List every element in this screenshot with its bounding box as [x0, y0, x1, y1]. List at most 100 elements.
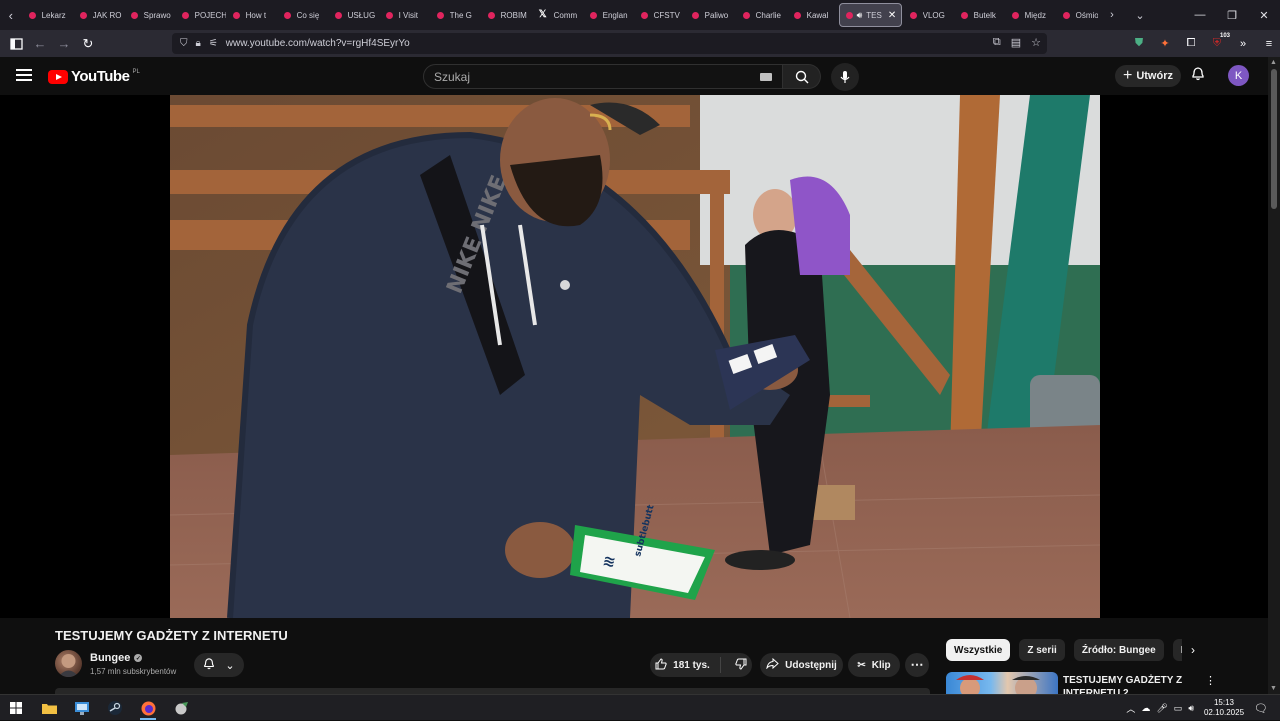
browser-tab[interactable]: CFSTV [634, 3, 685, 27]
tab-label: JAK RO [92, 10, 122, 20]
browser-tab[interactable]: Ośmio [1056, 3, 1098, 27]
list-all-tabs-icon[interactable]: ⌄ [1126, 0, 1154, 30]
volume-icon[interactable]: 🔊︎ [1188, 703, 1194, 714]
windows-start-icon[interactable] [4, 698, 28, 718]
scrollbar-thumb[interactable] [1271, 69, 1277, 209]
firefox-icon[interactable] [136, 698, 160, 720]
steam-icon[interactable] [103, 698, 127, 718]
filter-chip[interactable]: Wszystkie [946, 639, 1011, 661]
reload-icon[interactable]: ↻ [76, 30, 100, 57]
browser-tab[interactable]: The G [430, 3, 481, 27]
ublock-icon[interactable]: ⛨ 103 [1206, 30, 1230, 57]
lock-icon[interactable]: 🔒︎ [196, 38, 201, 49]
verified-icon: ✓ [134, 654, 143, 662]
browser-tab[interactable]: Englan [583, 3, 634, 27]
shield-extension-icon[interactable]: ⛊ [1128, 30, 1150, 57]
keyboard-icon[interactable] [760, 73, 772, 81]
extensions-puzzle-icon[interactable]: ⧠ [1180, 30, 1202, 57]
browser-tab[interactable]: ROBIM [481, 3, 532, 27]
subscription-notifications-button[interactable]: ⌄ [194, 653, 244, 677]
restore-icon[interactable]: ❐ [1216, 0, 1248, 30]
scroll-up-icon[interactable]: ▲ [1270, 59, 1277, 66]
channel-name[interactable]: Bungee [90, 652, 130, 664]
clip-button[interactable]: ✂ Klip [848, 653, 900, 677]
search-input[interactable]: Szukaj [423, 64, 783, 89]
minimize-icon[interactable]: — [1184, 0, 1216, 30]
back-icon[interactable]: ← [28, 30, 52, 57]
address-bar[interactable]: ⛉ 🔒︎ ⚟ www.youtube.com/watch?v=rgHf4SEyr… [172, 33, 1047, 54]
x-icon: 𝕏 [538, 9, 547, 20]
fox-extension-icon[interactable]: ✦ [1154, 30, 1176, 57]
scroll-down-icon[interactable]: ▼ [1270, 685, 1277, 692]
youtube-favicon-icon [742, 11, 750, 19]
bookmark-star-icon[interactable]: ☆ [1031, 36, 1041, 49]
recommendation-thumbnail[interactable] [946, 672, 1058, 694]
browser-tab[interactable]: Paliwo [685, 3, 736, 27]
browser-tab[interactable]: Charlie [736, 3, 787, 27]
account-avatar[interactable]: K [1228, 65, 1249, 86]
browser-tab[interactable]: I Visit [379, 3, 430, 27]
dislike-button[interactable] [727, 658, 747, 673]
sidebar-toggle-icon[interactable] [4, 30, 28, 57]
channel-avatar[interactable] [55, 650, 82, 677]
browser-tab[interactable]: How t [226, 3, 277, 27]
create-button[interactable]: + Utwórz [1115, 65, 1181, 87]
file-explorer-icon[interactable] [37, 698, 61, 718]
network-icon[interactable]: ▭ [1174, 703, 1183, 714]
youtube-logo[interactable]: YouTube PL [48, 68, 140, 85]
share-button[interactable]: Udostępnij [760, 653, 843, 677]
browser-tab[interactable]: POJECH [175, 3, 226, 27]
guide-menu-icon[interactable] [16, 69, 32, 81]
channel-name-row[interactable]: Bungee ✓ [90, 652, 143, 664]
close-window-icon[interactable]: ✕ [1248, 0, 1280, 30]
browser-tab[interactable]: Lekarz [22, 3, 73, 27]
youtube-favicon-icon [283, 11, 291, 19]
thumbs-up-icon [655, 657, 667, 673]
recommendation-title[interactable]: TESTUJEMY GADŻETY Z INTERNETU 2 [1063, 674, 1193, 694]
notifications-center-icon[interactable]: 🗨︎ [1254, 702, 1268, 715]
filter-chip[interactable]: Podobne [1172, 639, 1182, 661]
browser-tab[interactable]: 𝕏 Comm [532, 3, 583, 27]
browser-tab[interactable]: VLOG [903, 3, 954, 27]
browser-tab[interactable]: Kawal [787, 3, 838, 27]
clock-date: 02.10.2025 [1203, 708, 1245, 717]
tray-overflow-icon[interactable]: ︿ [1126, 702, 1135, 715]
tab-scroll-left-icon[interactable]: ‹ [0, 0, 22, 30]
url-text[interactable]: www.youtube.com/watch?v=rgHf4SEyrYo [226, 38, 410, 49]
video-player[interactable]: NIKE NIKE ≋ subtlebutt [0, 95, 1268, 618]
picture-in-picture-icon[interactable]: ⧉ [993, 36, 1001, 49]
remote-desktop-icon[interactable] [70, 698, 94, 718]
app-menu-icon[interactable]: ≡ [1258, 30, 1280, 57]
taskbar-clock[interactable]: 15:13 02.10.2025 [1204, 698, 1244, 718]
filter-chip[interactable]: Źródło: Bungee [1073, 639, 1164, 661]
tracking-protection-icon[interactable]: ⛉ [180, 38, 188, 49]
filter-chip[interactable]: Z serii [1019, 639, 1065, 661]
video-frame[interactable]: NIKE NIKE ≋ subtlebutt [170, 95, 1100, 618]
forward-icon[interactable]: → [52, 30, 76, 57]
microphone-icon[interactable]: 🎤︎ [1156, 703, 1167, 714]
tab-scroll-right-icon[interactable]: › [1098, 0, 1126, 30]
notifications-bell-icon[interactable] [1191, 66, 1205, 84]
search-button[interactable] [783, 64, 821, 89]
browser-tab[interactable]: Sprawo [124, 3, 175, 27]
close-tab-icon[interactable]: ✕ [888, 10, 896, 21]
browser-tab[interactable]: Międz [1005, 3, 1056, 27]
browser-tab[interactable]: USŁUG [328, 3, 379, 27]
tab-label: Co się [296, 10, 320, 20]
browser-tab[interactable]: JAK RO [73, 3, 124, 27]
permissions-icon[interactable]: ⚟ [209, 38, 218, 49]
like-button[interactable]: 181 tys. [655, 657, 721, 673]
browser-tab-active[interactable]: 🔊︎ TES ✕ [838, 3, 902, 27]
speaker-icon[interactable]: 🔊︎ [857, 10, 863, 21]
page-scrollbar[interactable]: ▲ ▼ [1268, 57, 1280, 694]
onedrive-icon[interactable]: ☁ [1141, 703, 1150, 714]
chips-next-icon[interactable]: › [1191, 643, 1195, 657]
browser-tab[interactable]: Co się [277, 3, 328, 27]
voice-search-button[interactable] [831, 63, 859, 91]
recommendation-menu-icon[interactable]: ⋮ [1205, 674, 1216, 687]
reader-view-icon[interactable]: ▤ [1011, 36, 1021, 49]
app-icon[interactable] [169, 698, 193, 718]
overflow-chevron-icon[interactable]: » [1232, 30, 1254, 57]
more-actions-button[interactable]: ⋯ [905, 653, 929, 677]
browser-tab[interactable]: Butelk [954, 3, 1005, 27]
